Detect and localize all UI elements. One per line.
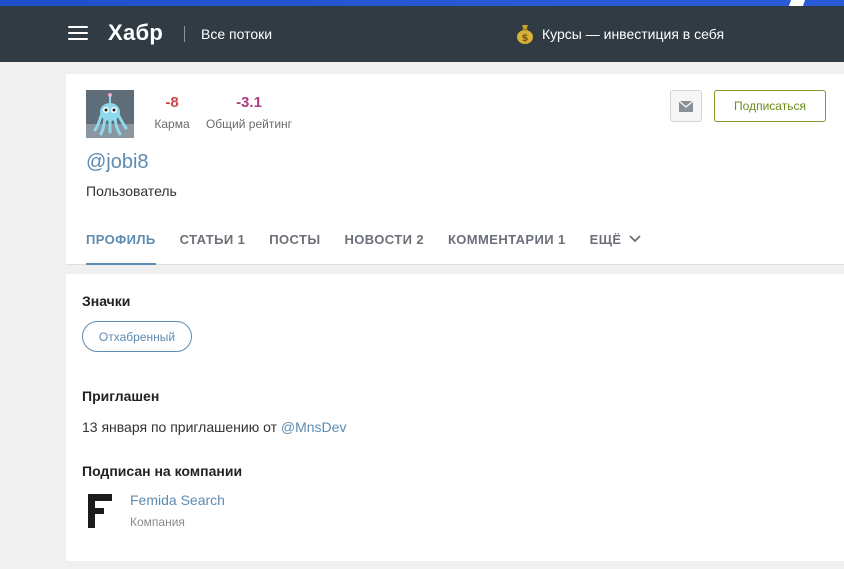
tab-news[interactable]: НОВОСТИ 2 — [344, 232, 423, 265]
header-divider — [184, 26, 185, 42]
inviter-link[interactable]: @MnsDev — [281, 419, 347, 435]
karma-stat: -8 Карма — [152, 94, 192, 131]
profile-tabs: ПРОФИЛЬ СТАТЬИ 1 ПОСТЫ НОВОСТИ 2 КОММЕНТ… — [86, 232, 665, 265]
envelope-icon — [679, 100, 693, 112]
site-logo[interactable]: Хабр — [108, 20, 163, 46]
invited-text: 13 января по приглашению от @MnsDev — [82, 419, 346, 435]
money-bag-icon: $ — [516, 24, 534, 44]
tab-posts[interactable]: ПОСТЫ — [269, 232, 320, 265]
tab-more-label: ЕЩЁ — [589, 232, 622, 247]
company-name-link[interactable]: Femida Search — [130, 492, 225, 508]
company-type: Компания — [130, 515, 185, 529]
badge-item[interactable]: Отхабренный — [82, 321, 192, 352]
company-logo[interactable] — [86, 490, 116, 530]
invited-title: Приглашен — [82, 388, 160, 404]
badges-title: Значки — [82, 293, 131, 309]
karma-label: Карма — [154, 117, 190, 131]
all-streams-link[interactable]: Все потоки — [201, 26, 272, 42]
svg-text:$: $ — [522, 33, 529, 44]
menu-icon[interactable] — [68, 26, 88, 41]
rating-label: Общий рейтинг — [205, 117, 293, 131]
rating-stat: -3.1 Общий рейтинг — [204, 94, 294, 131]
profile-card: -8 Карма -3.1 Общий рейтинг Подписаться … — [66, 74, 844, 265]
rating-value: -3.1 — [236, 94, 262, 111]
invited-description: 13 января по приглашению от — [82, 419, 281, 435]
subscribe-button[interactable]: Подписаться — [714, 90, 826, 122]
profile-details: Значки Отхабренный Приглашен 13 января п… — [66, 274, 844, 561]
tab-profile[interactable]: ПРОФИЛЬ — [86, 232, 156, 265]
user-role: Пользователь — [86, 183, 177, 199]
promo-link[interactable]: $ Курсы — инвестиция в себя — [516, 24, 724, 44]
tab-more[interactable]: ЕЩЁ — [590, 232, 642, 265]
username: @jobi8 — [86, 151, 149, 173]
site-header: Хабр Все потоки $ Курсы — инвестиция в с… — [0, 6, 844, 62]
avatar[interactable] — [86, 90, 134, 138]
chevron-down-icon — [629, 235, 642, 243]
tab-articles[interactable]: СТАТЬИ 1 — [180, 232, 246, 265]
companies-title: Подписан на компании — [82, 463, 243, 479]
send-message-button[interactable] — [670, 90, 702, 122]
promo-text: Курсы — инвестиция в себя — [542, 26, 725, 42]
karma-value: -8 — [165, 94, 179, 111]
tab-comments[interactable]: КОММЕНТАРИИ 1 — [448, 232, 566, 265]
